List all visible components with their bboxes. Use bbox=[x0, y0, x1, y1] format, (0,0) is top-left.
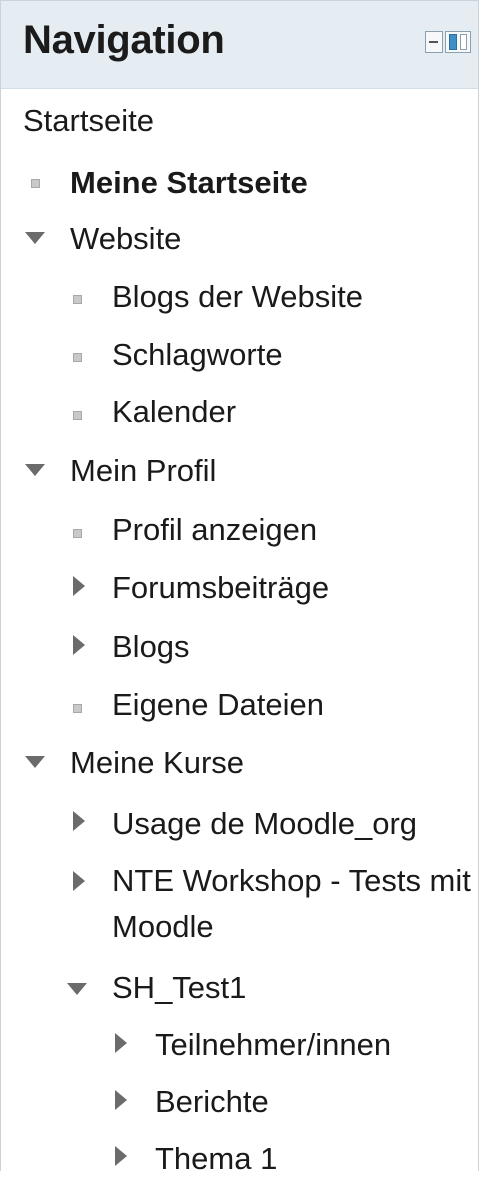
expanded-arrow-icon[interactable] bbox=[25, 232, 45, 244]
expanded-arrow-icon[interactable] bbox=[67, 983, 87, 995]
tree-item-label: Profil anzeigen bbox=[112, 512, 318, 547]
tree-item-label: Berichte bbox=[155, 1084, 269, 1119]
tree-item-startseite[interactable]: Startseite bbox=[23, 101, 154, 141]
tree-item-profil-anzeigen[interactable]: Profil anzeigen bbox=[112, 510, 317, 550]
tree-item-teilnehmer[interactable]: Teilnehmer/innen bbox=[155, 1025, 391, 1065]
collapsed-arrow-icon[interactable] bbox=[115, 1090, 127, 1110]
tree-item-label: Mein Profil bbox=[70, 453, 217, 488]
tree-item-label: Thema 1 bbox=[155, 1141, 278, 1176]
tree-item-schlagworte[interactable]: Schlagworte bbox=[112, 335, 283, 375]
bullet-icon bbox=[73, 529, 82, 538]
tree-item-label: SH_Test1 bbox=[112, 970, 247, 1005]
block-title: Navigation bbox=[23, 18, 225, 62]
tree-item-sh-test1[interactable]: SH_Test1 bbox=[112, 968, 246, 1008]
expanded-arrow-icon[interactable] bbox=[25, 756, 45, 768]
bullet-icon bbox=[73, 411, 82, 420]
bullet-icon bbox=[73, 295, 82, 304]
tree-item-label: Blogs bbox=[112, 629, 190, 664]
bullet-icon bbox=[73, 704, 82, 713]
tree-item-nte-workshop[interactable]: NTE Workshop - Tests mit Moodle bbox=[112, 858, 472, 950]
tree-item-label: Eigene Dateien bbox=[112, 687, 324, 722]
tree-item-label: Meine Kurse bbox=[70, 745, 245, 780]
tree-item-forumsbeitraege[interactable]: Forumsbeiträge bbox=[112, 568, 329, 608]
tree-item-kalender[interactable]: Kalender bbox=[112, 392, 236, 432]
tree-item-label: Forumsbeiträge bbox=[112, 570, 330, 605]
tree-item-website[interactable]: Website bbox=[70, 219, 181, 259]
tree-item-label: NTE Workshop - Tests mit Moodle bbox=[112, 863, 471, 944]
tree-item-label: Teilnehmer/innen bbox=[155, 1027, 392, 1062]
tree-item-eigene-dateien[interactable]: Eigene Dateien bbox=[112, 685, 324, 725]
collapsed-arrow-icon[interactable] bbox=[73, 871, 85, 891]
tree-item-label: Website bbox=[70, 221, 182, 256]
collapsed-arrow-icon[interactable] bbox=[73, 576, 85, 596]
tree-item-label: Kalender bbox=[112, 394, 237, 429]
tree-item-thema-1[interactable]: Thema 1 bbox=[155, 1139, 277, 1179]
tree-item-blogs[interactable]: Blogs bbox=[112, 627, 190, 667]
dock-block-icon[interactable] bbox=[445, 31, 471, 53]
expanded-arrow-icon[interactable] bbox=[25, 464, 45, 476]
tree-item-meine-kurse[interactable]: Meine Kurse bbox=[70, 743, 244, 783]
block-header: Navigation bbox=[1, 1, 478, 89]
tree-item-mein-profil[interactable]: Mein Profil bbox=[70, 451, 216, 491]
bullet-icon bbox=[31, 179, 40, 188]
tree-item-label: Usage de Moodle_org bbox=[112, 806, 418, 841]
collapsed-arrow-icon[interactable] bbox=[115, 1146, 127, 1166]
tree-item-meine-startseite[interactable]: Meine Startseite bbox=[70, 163, 308, 203]
tree-item-usage-de-moodle[interactable]: Usage de Moodle_org bbox=[112, 804, 417, 844]
tree-item-blogs-der-website[interactable]: Blogs der Website bbox=[112, 277, 363, 317]
collapsed-arrow-icon[interactable] bbox=[73, 811, 85, 831]
minus-box-icon[interactable] bbox=[425, 31, 443, 53]
tree-item-label: Meine Startseite bbox=[70, 165, 308, 200]
tree-item-label: Schlagworte bbox=[112, 337, 283, 372]
tree-item-label: Blogs der Website bbox=[112, 279, 363, 314]
block-controls bbox=[425, 29, 473, 55]
tree-item-berichte[interactable]: Berichte bbox=[155, 1082, 269, 1122]
collapsed-arrow-icon[interactable] bbox=[115, 1033, 127, 1053]
bullet-icon bbox=[73, 353, 82, 362]
collapsed-arrow-icon[interactable] bbox=[73, 635, 85, 655]
tree-item-label: Startseite bbox=[23, 103, 154, 138]
navigation-block: Navigation Startseite Meine Startseite W… bbox=[0, 0, 479, 1176]
